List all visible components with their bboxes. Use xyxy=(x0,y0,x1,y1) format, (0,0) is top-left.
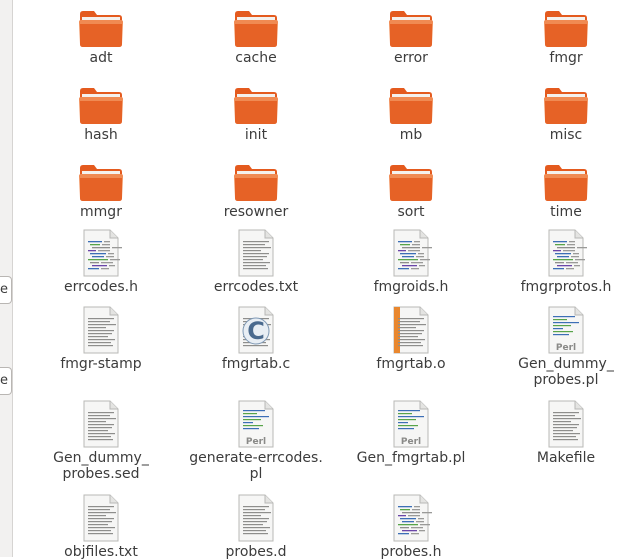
code-file-icon xyxy=(545,229,589,277)
file-name-label: cache xyxy=(235,50,277,66)
text-file-icon xyxy=(80,400,124,448)
code-file-icon xyxy=(80,229,124,277)
folder-icon xyxy=(543,162,588,210)
folder-icon xyxy=(543,85,588,133)
svg-text:Perl: Perl xyxy=(246,437,266,447)
text-file-icon xyxy=(235,494,279,542)
file-name-label: generate-errcodes. pl xyxy=(189,450,323,482)
folder-icon xyxy=(233,8,278,56)
file-name-label: hash xyxy=(84,127,118,143)
file-name-label: mmgr xyxy=(80,204,122,220)
code-file-icon xyxy=(390,494,434,542)
file-name-label: errcodes.h xyxy=(64,279,138,295)
text-file-icon xyxy=(235,229,279,277)
code-file-icon xyxy=(390,229,434,277)
perl-file-icon: Perl xyxy=(390,400,434,448)
file-grid: adt cache error fmgr hash init mb misc m… xyxy=(0,0,636,560)
file-name-label: adt xyxy=(89,50,113,66)
file-name-label: fmgr xyxy=(549,50,583,66)
folder-icon xyxy=(543,8,588,56)
svg-text:Perl: Perl xyxy=(401,437,421,447)
file-name-label: Gen_dummy_ probes.sed xyxy=(53,450,149,482)
file-name-label: fmgrprotos.h xyxy=(520,279,612,295)
file-name-label: Gen_dummy_ probes.pl xyxy=(518,356,614,388)
folder-icon xyxy=(388,85,433,133)
file-name-label: sort xyxy=(397,204,425,220)
file-name-label: mb xyxy=(399,127,423,143)
file-name-label: fmgr-stamp xyxy=(60,356,142,372)
file-name-label: misc xyxy=(549,127,583,143)
folder-icon xyxy=(233,85,278,133)
text-file-icon xyxy=(80,306,124,354)
c-source-file-icon: C xyxy=(235,306,279,354)
file-name-label: init xyxy=(244,127,268,143)
text-file-icon xyxy=(545,400,589,448)
folder-icon xyxy=(388,162,433,210)
folder-icon xyxy=(78,85,123,133)
folder-icon xyxy=(78,162,123,210)
text-file-icon xyxy=(80,494,124,542)
file-name-label: error xyxy=(394,50,428,66)
folder-icon xyxy=(388,8,433,56)
file-name-label: probes.d xyxy=(225,544,287,560)
perl-file-icon: Perl xyxy=(235,400,279,448)
file-name-label: fmgrtab.c xyxy=(221,356,291,372)
folder-icon xyxy=(233,162,278,210)
svg-text:C: C xyxy=(247,317,265,345)
file-name-label: fmgroids.h xyxy=(373,279,449,295)
object-file-icon xyxy=(390,306,434,354)
file-name-label: errcodes.txt xyxy=(213,279,299,295)
file-name-label: Gen_fmgrtab.pl xyxy=(356,450,466,466)
file-name-label: objfiles.txt xyxy=(64,544,138,560)
folder-icon xyxy=(78,8,123,56)
svg-text:Perl: Perl xyxy=(556,343,576,353)
file-name-label: fmgrtab.o xyxy=(376,356,446,372)
file-name-label: probes.h xyxy=(380,544,442,560)
perl-file-icon: Perl xyxy=(545,306,589,354)
file-name-label: time xyxy=(550,204,582,220)
file-name-label: Makefile xyxy=(536,450,596,466)
file-name-label: resowner xyxy=(223,204,289,220)
